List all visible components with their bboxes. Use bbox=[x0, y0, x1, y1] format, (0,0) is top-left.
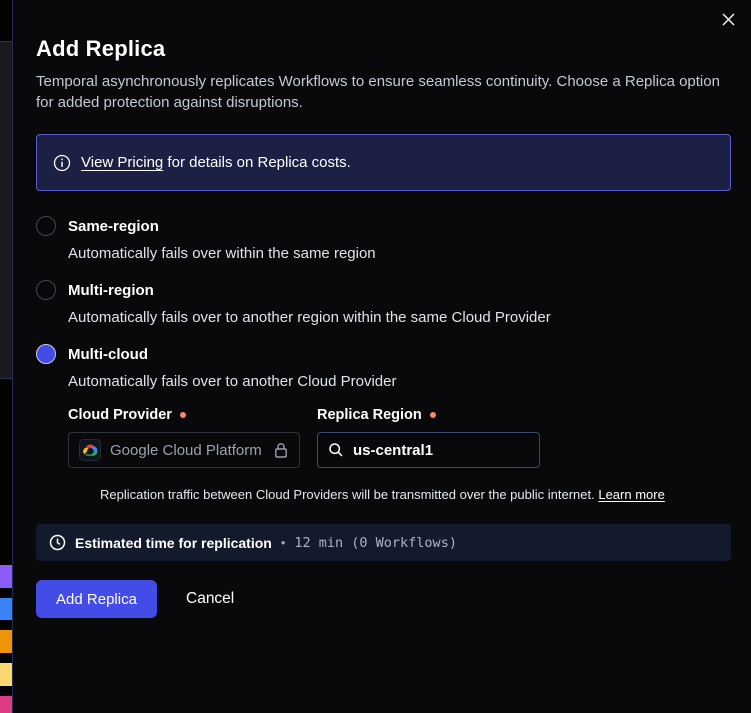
option-label: Multi-region bbox=[68, 282, 154, 299]
radio-same-region[interactable]: Same-region bbox=[36, 216, 731, 236]
option-description: Automatically fails over to another regi… bbox=[68, 309, 731, 326]
pricing-info-banner: View Pricing for details on Replica cost… bbox=[36, 134, 731, 191]
pricing-banner-rest: for details on Replica costs. bbox=[163, 154, 351, 171]
background-panel bbox=[0, 42, 12, 378]
multi-cloud-form: Cloud Provider bbox=[68, 407, 731, 502]
radio-multi-region[interactable]: Multi-region bbox=[36, 280, 731, 300]
option-label: Multi-cloud bbox=[68, 346, 148, 363]
learn-more-link[interactable]: Learn more bbox=[598, 487, 664, 502]
page-title: Add Replica bbox=[36, 36, 731, 62]
field-label-text: Replica Region bbox=[317, 407, 422, 423]
option-label: Same-region bbox=[68, 218, 159, 235]
required-dot bbox=[180, 412, 186, 418]
option-same-region: Same-region Automatically fails over wit… bbox=[36, 216, 731, 262]
nav-color-block-pink bbox=[0, 696, 12, 713]
replica-region-input[interactable] bbox=[353, 442, 529, 459]
public-internet-note: Replication traffic between Cloud Provid… bbox=[100, 487, 731, 502]
estimate-separator: • bbox=[281, 535, 286, 550]
option-multi-cloud: Multi-cloud Automatically fails over to … bbox=[36, 344, 731, 502]
nav-color-block-purple bbox=[0, 565, 12, 588]
modal-description: Temporal asynchronously replicates Workf… bbox=[36, 71, 731, 113]
cloud-provider-select: Google Cloud Platform bbox=[68, 432, 300, 468]
radio-circle-icon[interactable] bbox=[36, 216, 56, 236]
option-description: Automatically fails over to another Clou… bbox=[68, 373, 731, 390]
replica-option-group: Same-region Automatically fails over wit… bbox=[36, 216, 731, 502]
replica-region-label: Replica Region bbox=[317, 407, 540, 423]
option-description: Automatically fails over within the same… bbox=[68, 245, 731, 262]
estimate-value: 12 min (0 Workflows) bbox=[294, 535, 457, 551]
radio-circle-icon[interactable] bbox=[36, 280, 56, 300]
info-icon bbox=[53, 154, 71, 172]
radio-circle-selected-icon[interactable] bbox=[36, 344, 56, 364]
cloud-provider-value: Google Cloud Platform bbox=[110, 442, 262, 459]
add-replica-button[interactable]: Add Replica bbox=[36, 580, 157, 618]
nav-color-block-orange bbox=[0, 630, 12, 653]
pricing-banner-text: View Pricing for details on Replica cost… bbox=[81, 154, 351, 171]
replica-region-field[interactable] bbox=[317, 432, 540, 468]
search-icon bbox=[328, 442, 344, 458]
radio-multi-cloud[interactable]: Multi-cloud bbox=[36, 344, 731, 364]
background-page-strip bbox=[0, 0, 13, 713]
field-label-text: Cloud Provider bbox=[68, 407, 172, 423]
add-replica-modal: Add Replica Temporal asynchronously repl… bbox=[13, 0, 751, 713]
nav-color-block-blue bbox=[0, 598, 12, 620]
cancel-button[interactable]: Cancel bbox=[186, 590, 234, 608]
estimate-banner: Estimated time for replication • 12 min … bbox=[36, 524, 731, 561]
view-pricing-link[interactable]: View Pricing bbox=[81, 154, 163, 171]
estimate-label: Estimated time for replication bbox=[75, 535, 272, 551]
required-dot bbox=[430, 412, 436, 418]
lock-icon bbox=[273, 442, 289, 459]
cloud-provider-label: Cloud Provider bbox=[68, 407, 300, 423]
google-cloud-logo-icon bbox=[79, 439, 101, 461]
option-multi-region: Multi-region Automatically fails over to… bbox=[36, 280, 731, 326]
close-icon[interactable] bbox=[717, 8, 739, 30]
nav-color-block-yellow bbox=[0, 663, 12, 686]
modal-actions: Add Replica Cancel bbox=[36, 580, 731, 618]
note-text: Replication traffic between Cloud Provid… bbox=[100, 487, 598, 502]
clock-icon bbox=[49, 534, 66, 551]
